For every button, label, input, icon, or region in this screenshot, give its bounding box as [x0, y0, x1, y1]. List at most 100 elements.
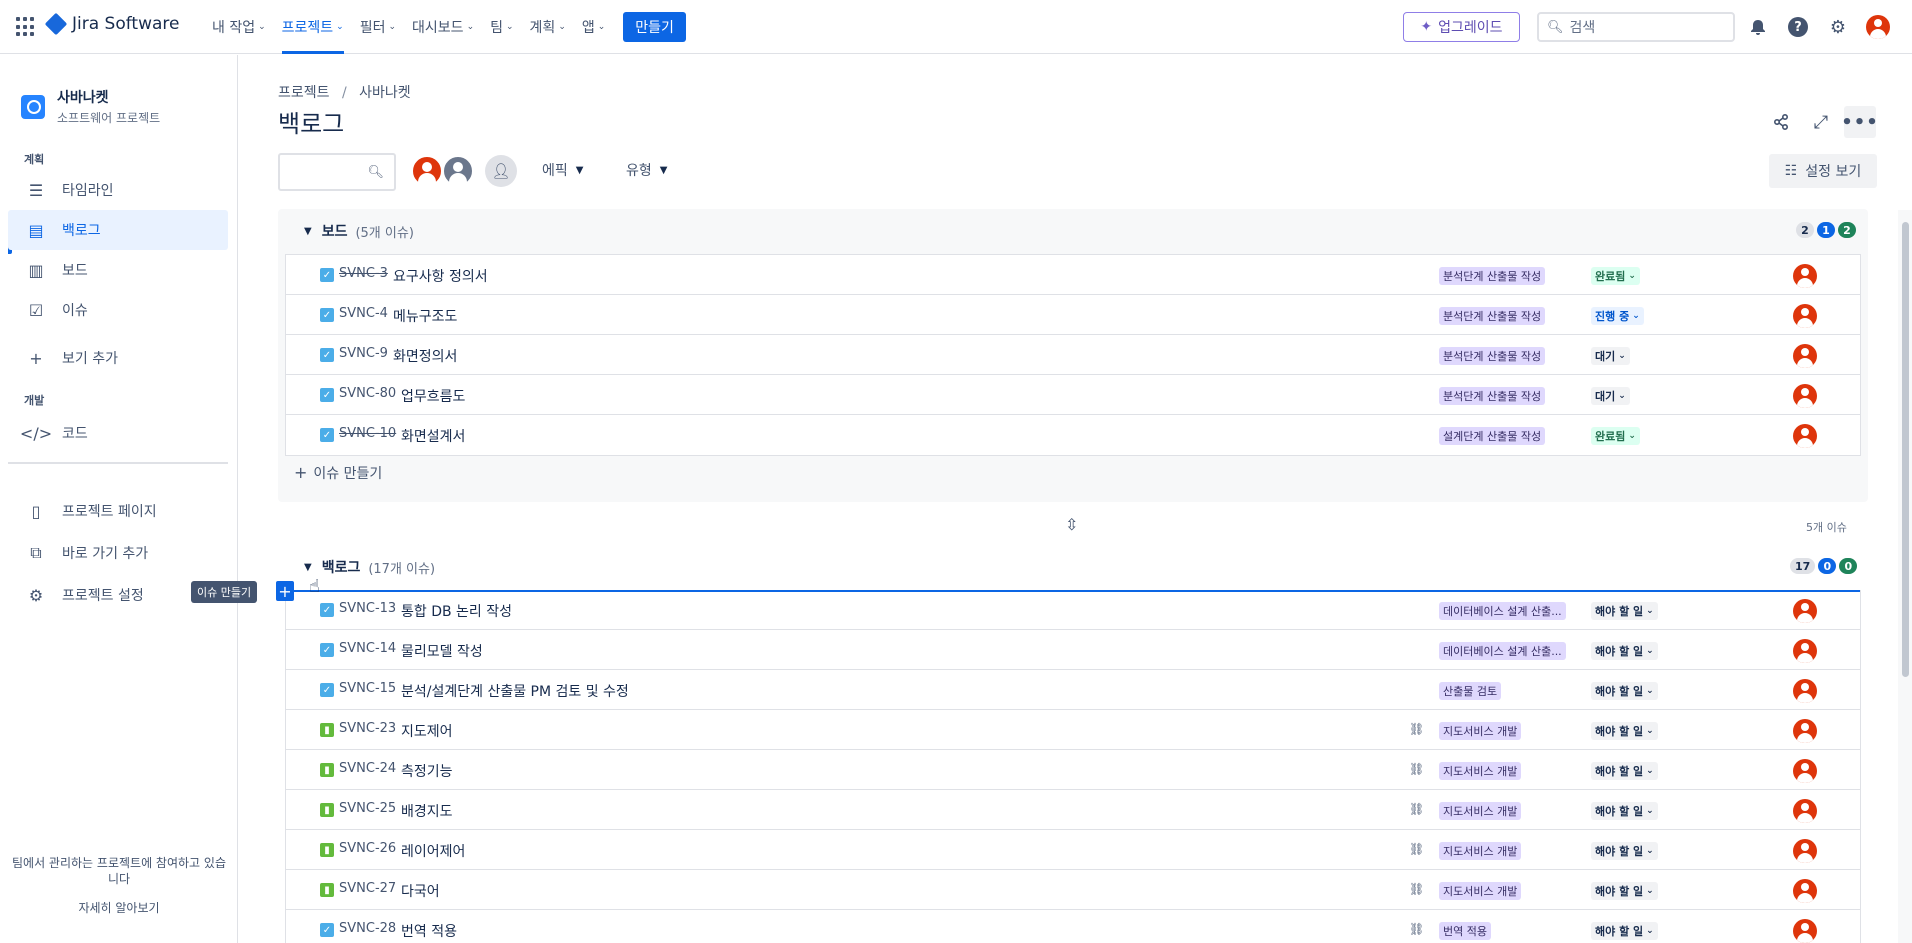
epic-lozenge[interactable]: 지도서비스 개발: [1439, 882, 1522, 900]
nav-item[interactable]: 팀 ⌄: [482, 0, 521, 54]
assignee-avatar[interactable]: [1793, 424, 1817, 448]
breadcrumb-project[interactable]: 사바나켓: [359, 85, 411, 101]
epic-lozenge[interactable]: 분석단계 산출물 작성: [1439, 387, 1546, 405]
issue-key[interactable]: SVNC-27: [339, 881, 396, 896]
issue-key[interactable]: SVNC-25: [339, 801, 396, 816]
issue-row[interactable]: ▮ SVNC-27 다국어 ⛓ 지도서비스 개발 해야 할 일 ⌄: [286, 870, 1860, 910]
assignee-avatar[interactable]: [411, 155, 443, 187]
resize-handle-icon[interactable]: ⇳: [1065, 515, 1078, 534]
epic-lozenge[interactable]: 분석단계 산출물 작성: [1439, 347, 1546, 365]
search-input[interactable]: 🔍︎ 검색: [1537, 12, 1735, 42]
issue-row[interactable]: ✓ SVNC-80 업무흐름도 분석단계 산출물 작성 대기 ⌄: [286, 375, 1860, 415]
status-dropdown[interactable]: 해야 할 일 ⌄: [1591, 922, 1658, 940]
epic-lozenge[interactable]: 지도서비스 개발: [1439, 842, 1522, 860]
issue-key[interactable]: SVNC-4: [339, 306, 388, 321]
type-filter-dropdown[interactable]: 유형 ▼: [626, 160, 667, 180]
issue-key[interactable]: SVNC-14: [339, 641, 396, 656]
child-issues-icon[interactable]: ⛓: [1409, 722, 1424, 736]
assignee-avatar[interactable]: [1793, 639, 1817, 663]
assignee-avatar[interactable]: [1793, 879, 1817, 903]
share-icon[interactable]: [1765, 106, 1797, 138]
status-dropdown[interactable]: 해야 할 일 ⌄: [1591, 762, 1658, 780]
project-header[interactable]: 사바나켓 소프트웨어 프로젝트: [21, 87, 160, 126]
issue-row[interactable]: ▮ SVNC-26 레이어제어 ⛓ 지도서비스 개발 해야 할 일 ⌄: [286, 830, 1860, 870]
child-issues-icon[interactable]: ⛓: [1409, 802, 1424, 816]
backlog-section-header[interactable]: ▼ 백로그 (17개 이슈): [304, 557, 435, 577]
issue-key[interactable]: SVNC-26: [339, 841, 396, 856]
assignee-avatar[interactable]: [1793, 839, 1817, 863]
app-switcher-icon[interactable]: [16, 17, 36, 37]
nav-item[interactable]: 필터 ⌄: [352, 0, 404, 54]
profile-avatar[interactable]: [1866, 15, 1890, 39]
epic-lozenge[interactable]: 지도서비스 개발: [1439, 722, 1522, 740]
issue-row[interactable]: ✓ SVNC-3 요구사항 정의서 분석단계 산출물 작성 완료됨 ⌄: [286, 255, 1860, 295]
epic-filter-dropdown[interactable]: 에픽 ▼: [542, 160, 583, 180]
nav-item[interactable]: 앱 ⌄: [574, 0, 613, 54]
epic-lozenge[interactable]: 데이터베이스 설계 산출...: [1439, 602, 1566, 620]
issue-key[interactable]: SVNC-3: [339, 266, 388, 281]
issue-summary[interactable]: 물리모델 작성: [401, 641, 483, 661]
backlog-search-input[interactable]: 🔍︎: [278, 153, 396, 191]
child-issues-icon[interactable]: ⛓: [1409, 762, 1424, 776]
issue-key[interactable]: SVNC-80: [339, 386, 396, 401]
issue-key[interactable]: SVNC-15: [339, 681, 396, 696]
issue-row[interactable]: ✓ SVNC-28 번역 적용 ⛓ 번역 적용 해야 할 일 ⌄: [286, 910, 1860, 943]
issue-row[interactable]: ✓ SVNC-13 통합 DB 논리 작성 데이터베이스 설계 산출... 해야 할 일…: [286, 590, 1860, 630]
sidebar-item-project-pages[interactable]: ▯ 프로젝트 페이지: [8, 491, 228, 531]
assignee-avatar[interactable]: [1793, 919, 1817, 943]
upgrade-button[interactable]: ✦ 업그레이드: [1403, 12, 1520, 42]
status-dropdown[interactable]: 해야 할 일 ⌄: [1591, 642, 1658, 660]
main-scrollbar[interactable]: [1898, 210, 1912, 943]
issue-summary[interactable]: 화면설계서: [401, 426, 465, 446]
assignee-avatar[interactable]: [1793, 264, 1817, 288]
board-section-header[interactable]: ▼ 보드 (5개 이슈): [304, 221, 414, 241]
help-icon[interactable]: ?: [1786, 15, 1810, 39]
status-dropdown[interactable]: 해야 할 일 ⌄: [1591, 682, 1658, 700]
issue-summary[interactable]: 요구사항 정의서: [393, 266, 488, 286]
breadcrumb-projects[interactable]: 프로젝트: [278, 85, 330, 101]
sidebar-item-backlog[interactable]: ▤ 백로그: [8, 210, 228, 250]
assignee-avatar[interactable]: [1793, 799, 1817, 823]
issue-key[interactable]: SVNC-24: [339, 761, 396, 776]
scrollbar-thumb[interactable]: [1902, 222, 1909, 677]
epic-lozenge[interactable]: 산출물 검토: [1439, 682, 1502, 700]
issue-row[interactable]: ▮ SVNC-24 측정기능 ⛓ 지도서비스 개발 해야 할 일 ⌄: [286, 750, 1860, 790]
issue-row[interactable]: ▮ SVNC-25 배경지도 ⛓ 지도서비스 개발 해야 할 일 ⌄: [286, 790, 1860, 830]
settings-icon[interactable]: ⚙: [1826, 15, 1850, 39]
assignee-avatar[interactable]: [1793, 304, 1817, 328]
status-dropdown[interactable]: 진행 중 ⌄: [1591, 307, 1644, 325]
status-dropdown[interactable]: 해야 할 일 ⌄: [1591, 602, 1658, 620]
epic-lozenge[interactable]: 데이터베이스 설계 산출...: [1439, 642, 1566, 660]
issue-row[interactable]: ✓ SVNC-15 분석/설계단계 산출물 PM 검토 및 수정 산출물 검토 해야 할…: [286, 670, 1860, 710]
epic-lozenge[interactable]: 설계단계 산출물 작성: [1439, 427, 1546, 445]
status-dropdown[interactable]: 완료됨 ⌄: [1591, 427, 1640, 445]
status-dropdown[interactable]: 해야 할 일 ⌄: [1591, 842, 1658, 860]
status-dropdown[interactable]: 대기 ⌄: [1591, 347, 1630, 365]
status-dropdown[interactable]: 해야 할 일 ⌄: [1591, 882, 1658, 900]
jira-logo[interactable]: Jira Software: [44, 12, 180, 36]
status-dropdown[interactable]: 대기 ⌄: [1591, 387, 1630, 405]
issue-summary[interactable]: 다국어: [401, 881, 440, 901]
issue-row[interactable]: ✓ SVNC-9 화면정의서 분석단계 산출물 작성 대기 ⌄: [286, 335, 1860, 375]
issue-key[interactable]: SVNC-28: [339, 921, 396, 936]
issue-summary[interactable]: 통합 DB 논리 작성: [401, 601, 512, 621]
child-issues-icon[interactable]: ⛓: [1409, 922, 1424, 936]
issue-row[interactable]: ✓ SVNC-14 물리모델 작성 데이터베이스 설계 산출... 해야 할 일 ⌄: [286, 630, 1860, 670]
status-dropdown[interactable]: 해야 할 일 ⌄: [1591, 722, 1658, 740]
notifications-icon[interactable]: [1746, 15, 1770, 39]
inline-create-issue-button[interactable]: +: [276, 581, 294, 601]
epic-lozenge[interactable]: 지도서비스 개발: [1439, 802, 1522, 820]
assignee-avatar[interactable]: [1793, 384, 1817, 408]
sidebar-item-board[interactable]: ▥ 보드: [8, 250, 228, 290]
sidebar-item-code[interactable]: </> 코드: [8, 413, 228, 453]
issue-key[interactable]: SVNC-10: [339, 426, 396, 441]
issue-summary[interactable]: 메뉴구조도: [393, 306, 457, 326]
assignee-avatar[interactable]: [1793, 599, 1817, 623]
sidebar-item-timeline[interactable]: ☰ 타임라인: [8, 170, 228, 210]
issue-row[interactable]: ▮ SVNC-23 지도제어 ⛓ 지도서비스 개발 해야 할 일 ⌄: [286, 710, 1860, 750]
view-settings-button[interactable]: ☷ 설정 보기: [1769, 154, 1877, 188]
expand-icon[interactable]: ⤢: [1805, 106, 1837, 138]
issue-summary[interactable]: 레이어제어: [401, 841, 465, 861]
issue-summary[interactable]: 배경지도: [401, 801, 453, 821]
epic-lozenge[interactable]: 번역 적용: [1439, 922, 1491, 940]
